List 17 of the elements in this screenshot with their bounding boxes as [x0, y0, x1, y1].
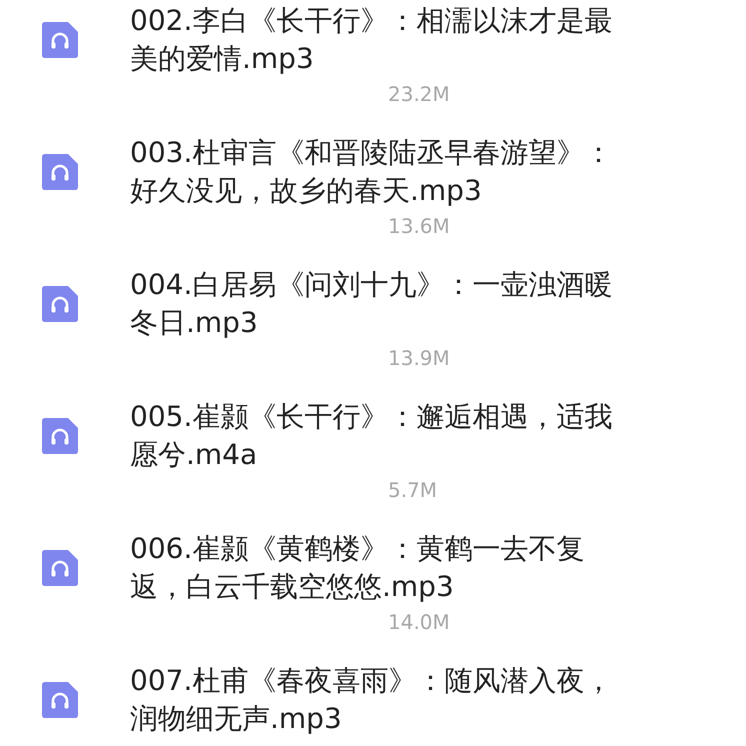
file-name[interactable]: 004.白居易《问刘十九》：一壶浊酒暖冬日.mp3 [130, 266, 630, 342]
audio-file-icon [42, 286, 78, 322]
audio-file-icon [42, 682, 78, 718]
file-name[interactable]: 005.崔颢《长干行》：邂逅相遇，适我愿兮.m4a [130, 398, 630, 474]
file-name[interactable]: 002.李白《长干行》：相濡以沫才是最美的爱情.mp3 [130, 2, 630, 78]
file-size: 5.7M [387, 477, 438, 504]
audio-file-icon [42, 154, 78, 190]
audio-file-icon [42, 418, 78, 454]
file-size: 23.2M [387, 81, 451, 108]
file-name[interactable]: 007.杜甫《春夜喜雨》：随风潜入夜，润物细无声.mp3 [130, 662, 630, 738]
file-name[interactable]: 006.崔颢《黄鹤楼》：黄鹤一去不复返，白云千载空悠悠.mp3 [130, 530, 630, 606]
file-size: 13.9M [387, 345, 451, 372]
file-size: 14.0M [387, 609, 451, 636]
file-name[interactable]: 003.杜审言《和晋陵陆丞早春游望》：好久没见，故乡的春天.mp3 [130, 134, 630, 210]
file-size: 13.6M [387, 213, 451, 240]
audio-file-icon [42, 22, 78, 58]
audio-file-icon [42, 550, 78, 586]
